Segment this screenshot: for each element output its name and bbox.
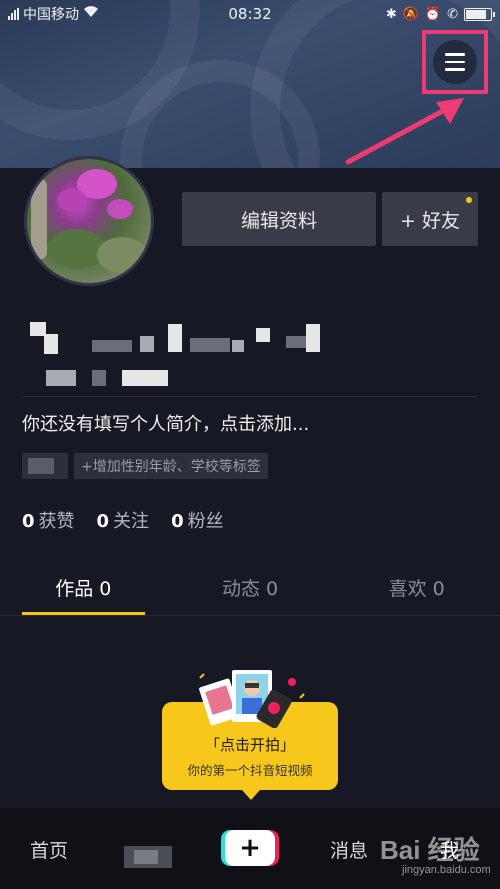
profile-stats: 0 获赞 0 关注 0 粉丝 [22, 507, 224, 533]
annotation-arrow-icon [345, 98, 464, 165]
shoot-prompt-title: 「点击开拍」 [204, 736, 295, 754]
add-tags-button[interactable]: +增加性别年龄、学校等标签 [74, 453, 268, 479]
create-video-button[interactable]: + [221, 830, 279, 866]
camera-illustration-icon [199, 670, 305, 728]
followers-stat[interactable]: 0 粉丝 [171, 507, 224, 533]
mute-bell-icon: 🔕 [402, 6, 419, 22]
highlight-box [422, 30, 488, 94]
following-stat[interactable]: 0 关注 [97, 507, 150, 533]
profile-tabs: 作品 0 动态 0 喜欢 0 [0, 572, 500, 616]
watermark: Bai 经验 [380, 835, 480, 865]
nav-home[interactable]: 首页 [30, 836, 68, 863]
nav-messages[interactable]: 消息 [330, 836, 368, 863]
signal-icon [8, 8, 19, 20]
battery-icon [464, 7, 495, 21]
tab-activity[interactable]: 动态 0 [167, 572, 334, 615]
bio-text[interactable]: 你还没有填写个人简介，点击添加... [22, 410, 309, 436]
notification-dot [466, 197, 472, 203]
bluetooth-icon: ✱ [385, 6, 397, 22]
avatar[interactable] [24, 156, 154, 286]
plus-icon: + [225, 830, 275, 866]
redacted-tag [22, 453, 68, 479]
tab-likes[interactable]: 喜欢 0 [333, 572, 500, 615]
add-friend-button[interactable]: + 好友 [382, 192, 478, 246]
carrier-name: 中国移动 [23, 7, 79, 23]
alarm-icon: ⏰ [424, 6, 442, 22]
watermark-url: jingyan.baidu.com [402, 864, 491, 876]
shoot-prompt-subtitle: 你的第一个抖音短视频 [187, 763, 313, 778]
add-friend-label: + 好友 [400, 209, 460, 232]
clock: 08:32 [228, 5, 272, 23]
call-icon: ✆ [447, 6, 458, 22]
divider [22, 396, 478, 397]
tab-works[interactable]: 作品 0 [0, 572, 167, 615]
edit-profile-button[interactable]: 编辑资料 [182, 192, 376, 246]
status-bar: 中国移动 08:32 ✱ 🔕 ⏰ ✆ [0, 0, 500, 28]
likes-stat[interactable]: 0 获赞 [22, 507, 75, 533]
wifi-icon [83, 6, 99, 22]
redacted-nav-item[interactable] [124, 846, 172, 868]
